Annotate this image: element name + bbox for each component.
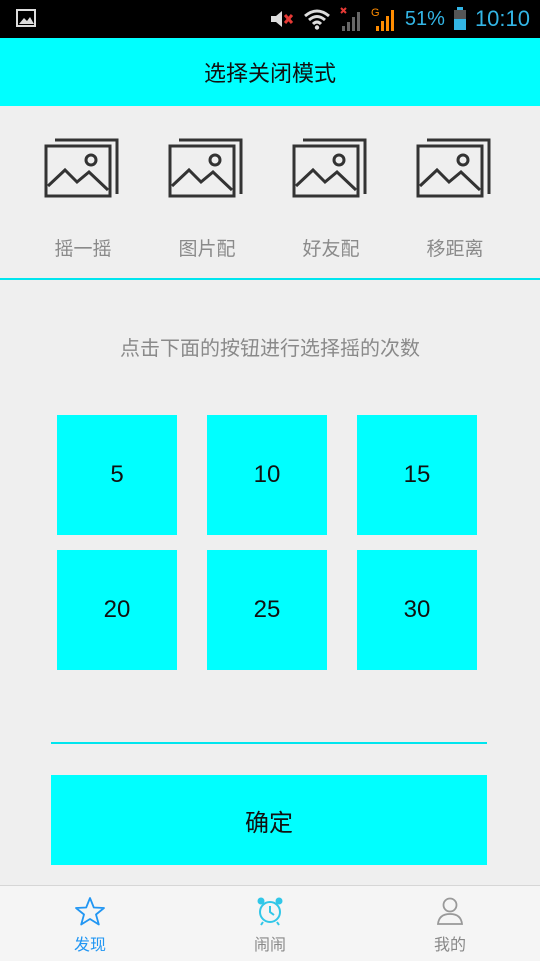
page-title: 选择关闭模式 bbox=[203, 62, 336, 87]
bottom-tab-bar: 发现 闹闹 我的 bbox=[0, 885, 540, 961]
input-underline bbox=[51, 742, 487, 744]
count-button-15[interactable]: 15 bbox=[357, 415, 477, 535]
instruction-text: 点击下面的按钮进行选择摇的次数 bbox=[120, 336, 420, 360]
mute-icon bbox=[270, 11, 294, 27]
status-bar: G 51% 10:10 bbox=[0, 0, 540, 38]
mobile-signal-icon: G bbox=[371, 7, 394, 31]
tab-label: 我的 bbox=[433, 935, 466, 954]
tab-alarm[interactable]: 闹闹 bbox=[180, 886, 360, 961]
mode-move-distance[interactable]: 移距离 bbox=[393, 106, 517, 278]
count-button-10[interactable]: 10 bbox=[207, 415, 327, 535]
mode-label: 好友配 bbox=[302, 238, 360, 260]
mode-label: 移距离 bbox=[426, 238, 484, 260]
mode-friend-match[interactable]: 好友配 bbox=[269, 106, 393, 278]
mode-label: 摇一摇 bbox=[54, 238, 112, 260]
battery-percent: 51% bbox=[404, 7, 445, 30]
confirm-button[interactable]: 确定 bbox=[51, 775, 487, 865]
count-button-5[interactable]: 5 bbox=[57, 415, 177, 535]
image-placeholder-icon bbox=[44, 138, 119, 198]
tab-discover[interactable]: 发现 bbox=[0, 886, 180, 961]
tab-label: 闹闹 bbox=[253, 935, 286, 954]
count-button-20[interactable]: 20 bbox=[57, 550, 177, 670]
alarm-clock-icon bbox=[257, 897, 283, 926]
status-time: 10:10 bbox=[474, 6, 530, 31]
wifi-icon bbox=[303, 9, 330, 30]
header-bar: 选择关闭模式 bbox=[0, 38, 540, 106]
count-button-25[interactable]: 25 bbox=[207, 550, 327, 670]
gallery-notification-icon bbox=[16, 9, 36, 27]
mode-picture-match[interactable]: 图片配 bbox=[145, 106, 269, 278]
image-placeholder-icon bbox=[416, 138, 491, 198]
image-placeholder-icon bbox=[168, 138, 243, 198]
svg-text:G: G bbox=[371, 7, 380, 19]
no-signal-icon bbox=[340, 7, 360, 31]
battery-icon bbox=[453, 7, 466, 30]
tab-label: 发现 bbox=[73, 935, 106, 954]
star-icon bbox=[75, 897, 105, 926]
image-placeholder-icon bbox=[292, 138, 367, 198]
section-divider bbox=[0, 278, 540, 280]
person-icon bbox=[437, 897, 463, 925]
tab-mine[interactable]: 我的 bbox=[360, 886, 540, 961]
count-button-30[interactable]: 30 bbox=[357, 550, 477, 670]
mode-label: 图片配 bbox=[178, 238, 236, 260]
mode-shake[interactable]: 摇一摇 bbox=[21, 106, 145, 278]
mode-selector: 摇一摇 图片配 好友配 移距离 bbox=[0, 106, 540, 278]
